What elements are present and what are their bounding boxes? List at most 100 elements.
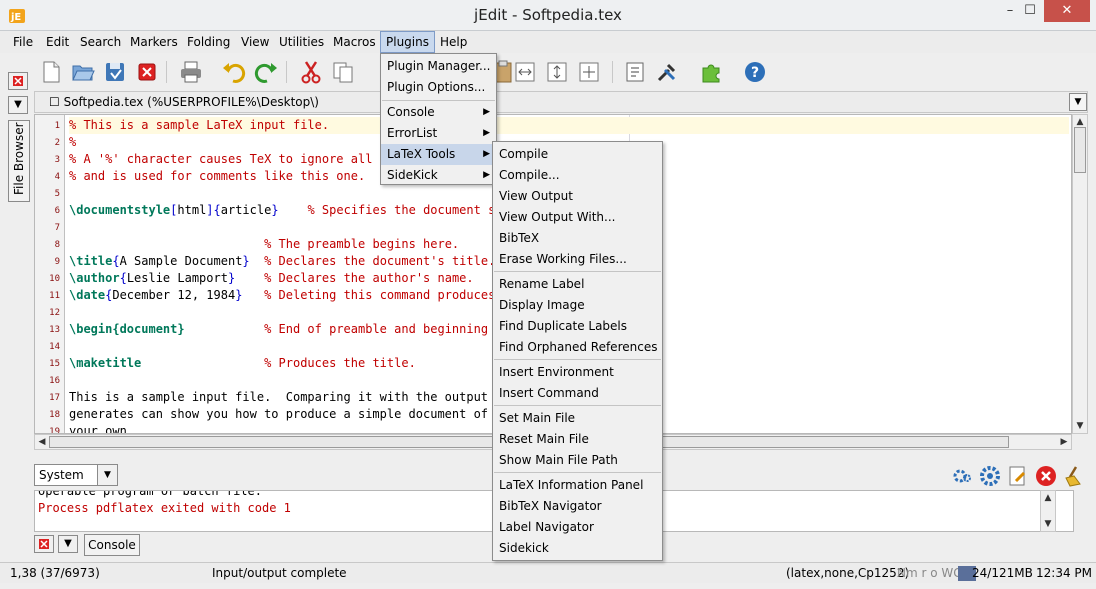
- scroll-left-icon[interactable]: ◀: [35, 435, 49, 449]
- menu-item-plugin-manager[interactable]: Plugin Manager...: [381, 56, 496, 77]
- file-browser-tab[interactable]: File Browser: [8, 120, 30, 202]
- line-number: 4: [54, 172, 60, 182]
- menu-item-insert-command[interactable]: Insert Command: [493, 383, 662, 404]
- buffer-options-icon[interactable]: [622, 59, 648, 85]
- buffer-dropdown-icon[interactable]: ▼: [1069, 93, 1087, 111]
- code-line[interactable]: \date{December 12, 1984} % Deleting this…: [69, 287, 510, 304]
- close-dock-icon[interactable]: [34, 535, 54, 553]
- menu-view[interactable]: View: [236, 31, 274, 53]
- menu-item-reset-main-file[interactable]: Reset Main File: [493, 429, 662, 450]
- code-line[interactable]: \begin{document} % End of preamble and b…: [69, 321, 510, 338]
- line-number: 10: [49, 274, 60, 284]
- menu-item-display-image[interactable]: Display Image: [493, 295, 662, 316]
- console-tab[interactable]: Console: [84, 534, 140, 556]
- code-line[interactable]: This is a sample input file. Comparing i…: [69, 389, 510, 406]
- copy-icon[interactable]: [330, 59, 356, 85]
- menu-edit[interactable]: Edit: [41, 31, 74, 53]
- code-line[interactable]: \documentstyle[html]{article} % Specifie…: [69, 202, 510, 219]
- dock-menu-icon[interactable]: ▼: [58, 535, 78, 553]
- close-dock-icon[interactable]: [8, 72, 28, 90]
- unsplit-icon[interactable]: [576, 59, 602, 85]
- caret-position[interactable]: 1,38 (37/6973): [10, 563, 100, 583]
- save-icon[interactable]: [102, 59, 128, 85]
- new-file-icon[interactable]: [38, 59, 64, 85]
- code-line[interactable]: \maketitle % Produces the title.: [69, 355, 416, 372]
- menu-item-label: SideKick: [387, 168, 438, 182]
- clear-icon[interactable]: [1062, 464, 1086, 488]
- print-icon[interactable]: [178, 59, 204, 85]
- split-horizontal-icon[interactable]: [512, 59, 538, 85]
- menu-utilities[interactable]: Utilities: [274, 31, 329, 53]
- menu-item-latex-information-panel[interactable]: LaTeX Information Panel: [493, 475, 662, 496]
- menu-item-bibtex-navigator[interactable]: BibTeX Navigator: [493, 496, 662, 517]
- code-line[interactable]: %: [69, 134, 76, 151]
- scroll-right-icon[interactable]: ▶: [1057, 435, 1071, 449]
- buffer-mode[interactable]: (latex,none,Cp1252): [786, 563, 909, 583]
- run-icon[interactable]: [950, 464, 974, 488]
- code-line[interactable]: generates can show you how to produce a …: [69, 406, 488, 423]
- console-scrollbar[interactable]: ▲ ▼: [1040, 490, 1056, 532]
- menu-markers[interactable]: Markers: [125, 31, 183, 53]
- open-file-icon[interactable]: [70, 59, 96, 85]
- menu-item-find-duplicate-labels[interactable]: Find Duplicate Labels: [493, 316, 662, 337]
- close-window-button[interactable]: ✕: [1044, 0, 1090, 22]
- code-line[interactable]: \author{Leslie Lamport} % Declares the a…: [69, 270, 474, 287]
- redo-icon[interactable]: [254, 59, 280, 85]
- buffer-switcher[interactable]: ☐ Softpedia.tex (%USERPROFILE%\Desktop\)…: [34, 91, 1088, 113]
- menu-item-bibtex[interactable]: BibTeX: [493, 228, 662, 249]
- global-options-icon[interactable]: [654, 59, 680, 85]
- cut-icon[interactable]: [298, 59, 324, 85]
- line-number: 11: [49, 291, 60, 301]
- menu-item-insert-environment[interactable]: Insert Environment: [493, 362, 662, 383]
- menu-item-label-navigator[interactable]: Label Navigator: [493, 517, 662, 538]
- menu-item-find-orphaned-references[interactable]: Find Orphaned References: [493, 337, 662, 358]
- menu-folding[interactable]: Folding: [182, 31, 235, 53]
- scroll-down-icon[interactable]: ▼: [1073, 419, 1087, 433]
- dock-menu-icon[interactable]: ▼: [8, 96, 28, 114]
- code-token: \begin{document}: [69, 322, 185, 336]
- split-vertical-icon[interactable]: [544, 59, 570, 85]
- code-line[interactable]: % A '%' character causes TeX to ignore a…: [69, 151, 394, 168]
- code-line[interactable]: \title{A Sample Document} % Declares the…: [69, 253, 495, 270]
- chevron-down-icon[interactable]: ▼: [97, 465, 117, 485]
- menu-item-plugin-options[interactable]: Plugin Options...: [381, 77, 496, 98]
- menu-item-view-output-with[interactable]: View Output With...: [493, 207, 662, 228]
- code-line[interactable]: % This is a sample LaTeX input file.: [69, 117, 1069, 134]
- menu-item-sidekick[interactable]: Sidekick: [493, 538, 662, 559]
- menu-item-erase-working-files[interactable]: Erase Working Files...: [493, 249, 662, 270]
- menu-search[interactable]: Search: [75, 31, 126, 53]
- menu-item-view-output[interactable]: View Output: [493, 186, 662, 207]
- vertical-scrollbar[interactable]: ▲ ▼: [1072, 114, 1088, 434]
- menu-item-compile[interactable]: Compile...: [493, 165, 662, 186]
- menu-item-rename-label[interactable]: Rename Label: [493, 274, 662, 295]
- menu-item-errorlist[interactable]: ErrorList ▶: [381, 123, 496, 144]
- settings-gear-icon[interactable]: [978, 464, 1002, 488]
- scroll-down-icon[interactable]: ▼: [1041, 517, 1055, 531]
- undo-icon[interactable]: [220, 59, 246, 85]
- menu-help[interactable]: Help: [435, 31, 472, 53]
- menu-item-show-main-file-path[interactable]: Show Main File Path: [493, 450, 662, 471]
- close-buffer-icon[interactable]: [134, 59, 160, 85]
- menu-plugins[interactable]: Plugins: [380, 31, 435, 53]
- scroll-up-icon[interactable]: ▲: [1041, 491, 1055, 505]
- maximize-button[interactable]: ☐: [1014, 0, 1046, 22]
- menu-item-latex-tools[interactable]: LaTeX Tools ▶: [381, 144, 496, 165]
- code-line[interactable]: your own.: [69, 423, 134, 433]
- status-flags[interactable]: Nm r o WG: [897, 563, 963, 583]
- plugin-manager-icon[interactable]: [698, 59, 724, 85]
- menu-macros[interactable]: Macros: [328, 31, 381, 53]
- menu-item-compile[interactable]: Compile: [493, 144, 662, 165]
- memory-status[interactable]: 24/121MB: [972, 563, 1033, 583]
- menu-item-set-main-file[interactable]: Set Main File: [493, 408, 662, 429]
- stop-icon[interactable]: [1034, 464, 1058, 488]
- edit-icon[interactable]: [1006, 464, 1030, 488]
- code-line[interactable]: % The preamble begins here.: [69, 236, 459, 253]
- menu-item-sidekick[interactable]: SideKick ▶: [381, 165, 496, 186]
- code-line[interactable]: % and is used for comments like this one…: [69, 168, 365, 185]
- line-number: 9: [54, 257, 60, 267]
- menu-item-console[interactable]: Console ▶: [381, 102, 496, 123]
- help-icon[interactable]: ?: [742, 59, 768, 85]
- menu-file[interactable]: File: [8, 31, 38, 53]
- scrollbar-thumb[interactable]: [1074, 127, 1086, 173]
- shell-selector[interactable]: System ▼: [34, 464, 118, 486]
